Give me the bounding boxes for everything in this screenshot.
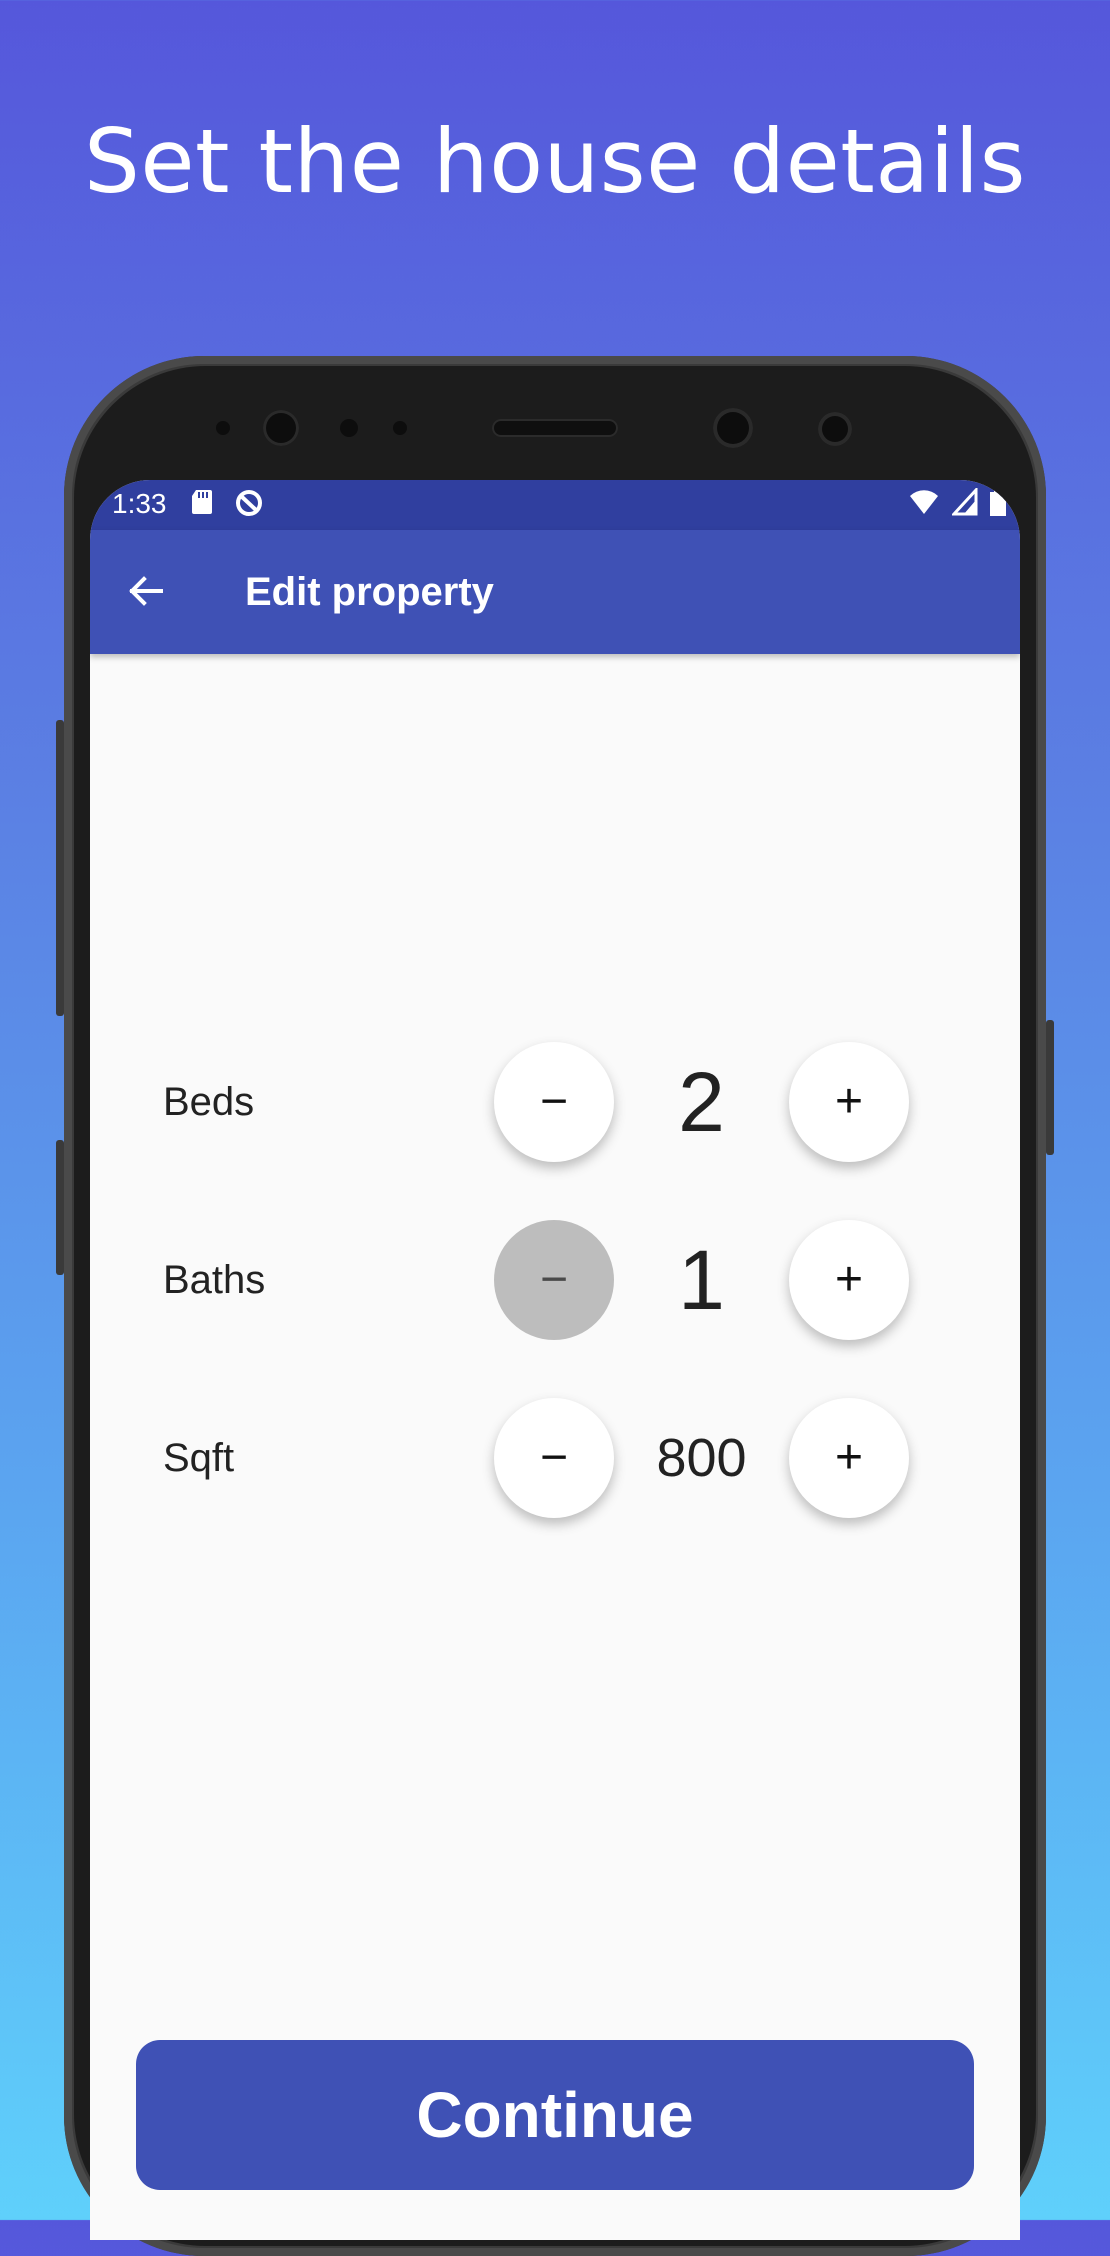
sd-card-icon	[190, 488, 214, 523]
continue-button[interactable]: Continue	[136, 2040, 974, 2190]
stepper-row-baths: Baths − 1 +	[90, 1218, 1020, 1342]
app-bar: Edit property	[90, 530, 1020, 654]
sensor-dot	[216, 421, 230, 435]
signal-icon	[950, 486, 978, 521]
app-bar-title: Edit property	[245, 570, 494, 614]
sqft-decrement-button[interactable]: −	[494, 1398, 614, 1518]
sqft-increment-button[interactable]: +	[789, 1398, 909, 1518]
status-bar: 1:33	[90, 480, 1020, 530]
stepper-row-beds: Beds − 2 +	[90, 1040, 1020, 1164]
beds-value: 2	[678, 1054, 725, 1149]
beds-increment-button[interactable]: +	[789, 1042, 909, 1162]
phone-screen: 1:33 Edit property Beds − 2 + Baths − 1 …	[90, 480, 1020, 2240]
wifi-icon	[908, 488, 940, 521]
battery-icon	[990, 488, 1006, 521]
beds-label: Beds	[163, 1080, 255, 1124]
volume-button	[56, 720, 64, 1016]
sensor-dot	[393, 421, 407, 435]
baths-decrement-button[interactable]: −	[494, 1220, 614, 1340]
side-key	[1046, 1020, 1054, 1155]
sensor-dot	[340, 419, 358, 437]
baths-increment-button[interactable]: +	[789, 1220, 909, 1340]
front-camera-icon	[713, 408, 753, 448]
back-button[interactable]	[120, 568, 170, 618]
status-time: 1:33	[112, 488, 167, 519]
stepper-row-sqft: Sqft − 800 +	[90, 1396, 1020, 1520]
sqft-label: Sqft	[163, 1436, 235, 1480]
marketing-headline: Set the house details	[84, 110, 1026, 213]
data-saver-icon	[234, 488, 264, 523]
baths-value: 1	[678, 1232, 725, 1327]
beds-decrement-button[interactable]: −	[494, 1042, 614, 1162]
earpiece-speaker	[492, 419, 618, 437]
power-button	[56, 1140, 64, 1275]
baths-label: Baths	[163, 1258, 266, 1302]
front-camera-icon	[263, 410, 299, 446]
sqft-value: 800	[656, 1428, 747, 1488]
sensor-dot	[818, 412, 852, 446]
arrow-left-icon	[125, 571, 165, 616]
